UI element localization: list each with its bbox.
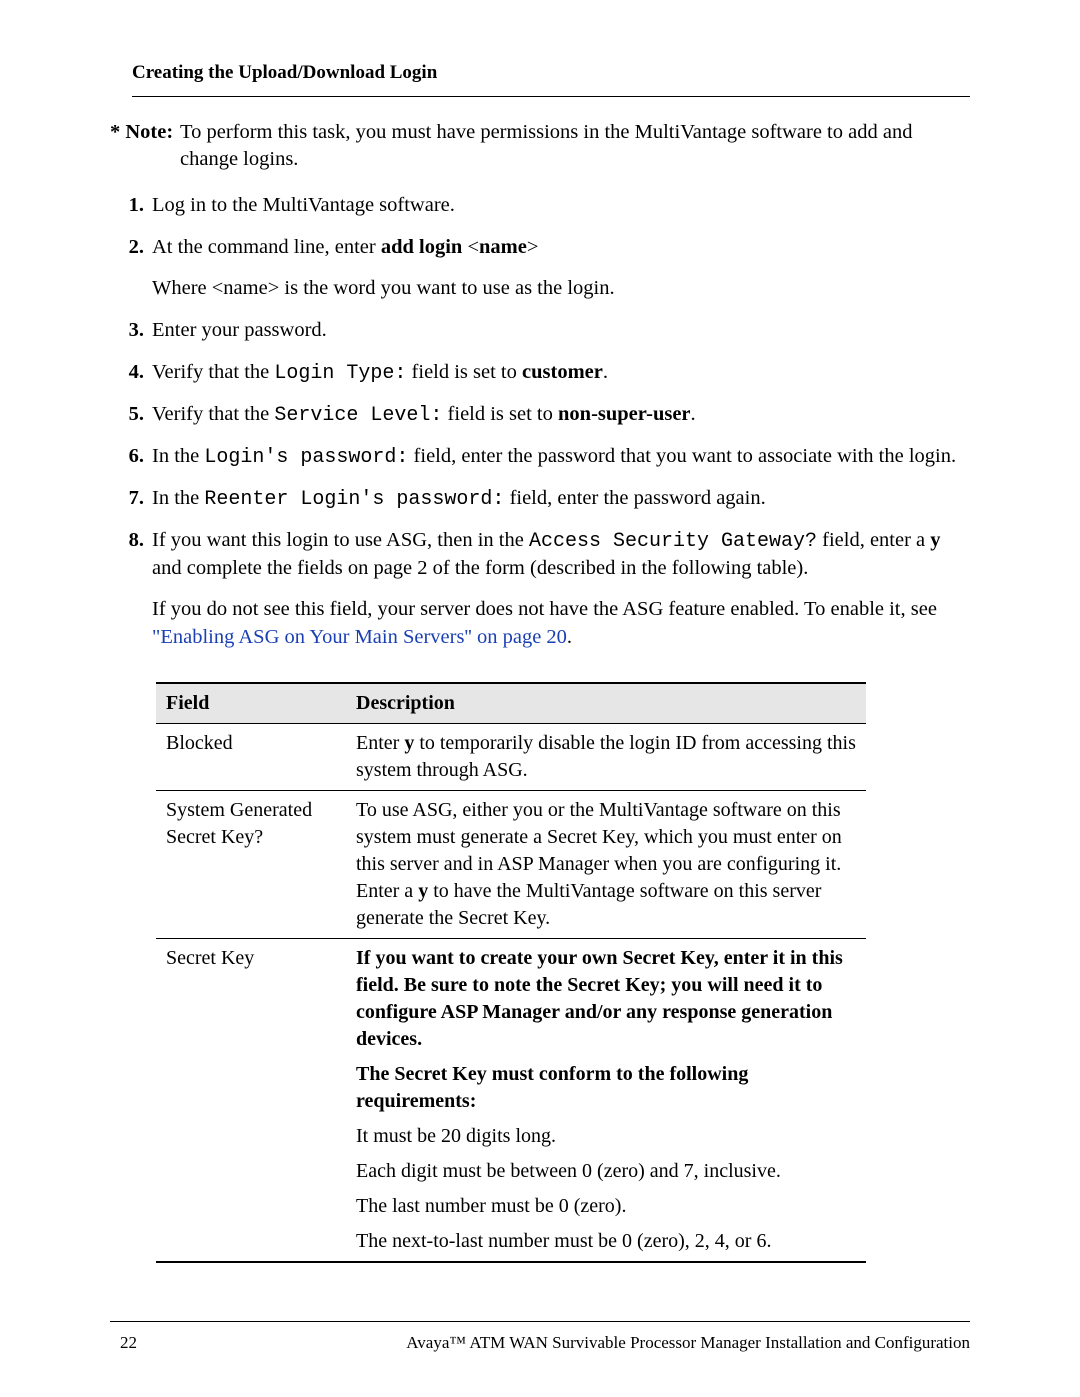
field-name: Access Security Gateway?	[529, 530, 817, 553]
text: .	[567, 626, 572, 648]
footer-title: Avaya™ ATM WAN Survivable Processor Mana…	[137, 1332, 970, 1355]
note-body: To perform this task, you must have perm…	[180, 119, 970, 174]
step-text: If you want this login to use ASG, then …	[152, 527, 970, 652]
table-row: Blocked Enter y to temporarily disable t…	[156, 723, 866, 790]
text: .	[691, 403, 696, 425]
step-number: 5.	[110, 401, 152, 429]
step-6: 6. In the Login's password: field, enter…	[110, 443, 970, 471]
step-8: 8. If you want this login to use ASG, th…	[110, 527, 970, 652]
step-list: 1. Log in to the MultiVantage software. …	[110, 192, 970, 652]
text: field is set to	[406, 361, 522, 383]
step-3: 3. Enter your password.	[110, 317, 970, 345]
step-4: 4. Verify that the Login Type: field is …	[110, 359, 970, 387]
text: and complete the fields on page 2 of the…	[152, 557, 808, 579]
step-7: 7. In the Reenter Login's password: fiel…	[110, 485, 970, 513]
text: field, enter a	[817, 529, 930, 551]
step-text: Log in to the MultiVantage software.	[152, 192, 970, 220]
table-header-row: Field Description	[156, 683, 866, 724]
text: At the command line, enter	[152, 236, 381, 258]
text: to temporarily disable the login ID from…	[356, 732, 856, 781]
text: .	[603, 361, 608, 383]
step-5: 5. Verify that the Service Level: field …	[110, 401, 970, 429]
text: field, enter the password that you want …	[408, 445, 956, 467]
value: non-super-user	[558, 403, 691, 425]
field-table: Field Description Blocked Enter y to tem…	[156, 682, 866, 1263]
step-number: 7.	[110, 485, 152, 513]
step-text: At the command line, enter add login <na…	[152, 234, 970, 303]
text: In the	[152, 445, 204, 467]
step-number: 8.	[110, 527, 152, 652]
text: The Secret Key must conform to the follo…	[356, 1061, 856, 1115]
step-text: In the Reenter Login's password: field, …	[152, 485, 970, 513]
cell-description: Enter y to temporarily disable the login…	[346, 723, 866, 790]
text: If you want to create your own Secret Ke…	[356, 945, 856, 1053]
text: field, enter the password again.	[504, 487, 765, 509]
page-footer: 22 Avaya™ ATM WAN Survivable Processor M…	[110, 1321, 970, 1355]
value: customer	[522, 361, 603, 383]
text: It must be 20 digits long.	[356, 1123, 856, 1150]
value: y	[418, 880, 428, 902]
page: Creating the Upload/Download Login * Not…	[0, 0, 1080, 1397]
step-text: Verify that the Login Type: field is set…	[152, 359, 970, 387]
command: add login	[381, 236, 462, 258]
cell-field: Secret Key	[156, 938, 346, 1262]
step-subtext: Where <name> is the word you want to use…	[152, 275, 970, 303]
step-text: Verify that the Service Level: field is …	[152, 401, 970, 429]
step-number: 3.	[110, 317, 152, 345]
arg: <name>	[467, 236, 538, 258]
text: The last number must be 0 (zero).	[356, 1193, 856, 1220]
page-number: 22	[110, 1332, 137, 1355]
text: If you want this login to use ASG, then …	[152, 529, 529, 551]
step-subtext: If you do not see this field, your serve…	[152, 596, 970, 651]
cross-reference-link[interactable]: "Enabling ASG on Your Main Servers'' on …	[152, 626, 567, 648]
field-name: Reenter Login's password:	[204, 488, 504, 511]
cell-description: If you want to create your own Secret Ke…	[346, 938, 866, 1262]
table-row: Secret Key If you want to create your ow…	[156, 938, 866, 1262]
step-2: 2. At the command line, enter add login …	[110, 234, 970, 303]
text: In the	[152, 487, 204, 509]
step-number: 4.	[110, 359, 152, 387]
text: Each digit must be between 0 (zero) and …	[356, 1158, 856, 1185]
page-header: Creating the Upload/Download Login	[132, 60, 970, 97]
field-name: Login's password:	[204, 446, 408, 469]
cell-field: Blocked	[156, 723, 346, 790]
step-number: 2.	[110, 234, 152, 303]
note-label: * Note:	[110, 119, 180, 174]
field-name: Login Type:	[274, 362, 406, 385]
text: The next-to-last number must be 0 (zero)…	[356, 1228, 856, 1255]
col-description: Description	[346, 683, 866, 724]
col-field: Field	[156, 683, 346, 724]
note: * Note: To perform this task, you must h…	[110, 119, 970, 174]
text: Enter	[356, 732, 404, 754]
cell-field: System Generated Secret Key?	[156, 790, 346, 938]
text: If you do not see this field, your serve…	[152, 598, 937, 620]
text: field is set to	[442, 403, 558, 425]
field-name: Service Level:	[274, 404, 442, 427]
step-text: In the Login's password: field, enter th…	[152, 443, 970, 471]
step-1: 1. Log in to the MultiVantage software.	[110, 192, 970, 220]
step-number: 1.	[110, 192, 152, 220]
step-text: Enter your password.	[152, 317, 970, 345]
value: y	[404, 732, 414, 754]
arg-name: name	[479, 236, 527, 258]
cell-description: To use ASG, either you or the MultiVanta…	[346, 790, 866, 938]
table-row: System Generated Secret Key? To use ASG,…	[156, 790, 866, 938]
step-number: 6.	[110, 443, 152, 471]
text: Verify that the	[152, 403, 274, 425]
text: Verify that the	[152, 361, 274, 383]
value: y	[930, 529, 940, 551]
